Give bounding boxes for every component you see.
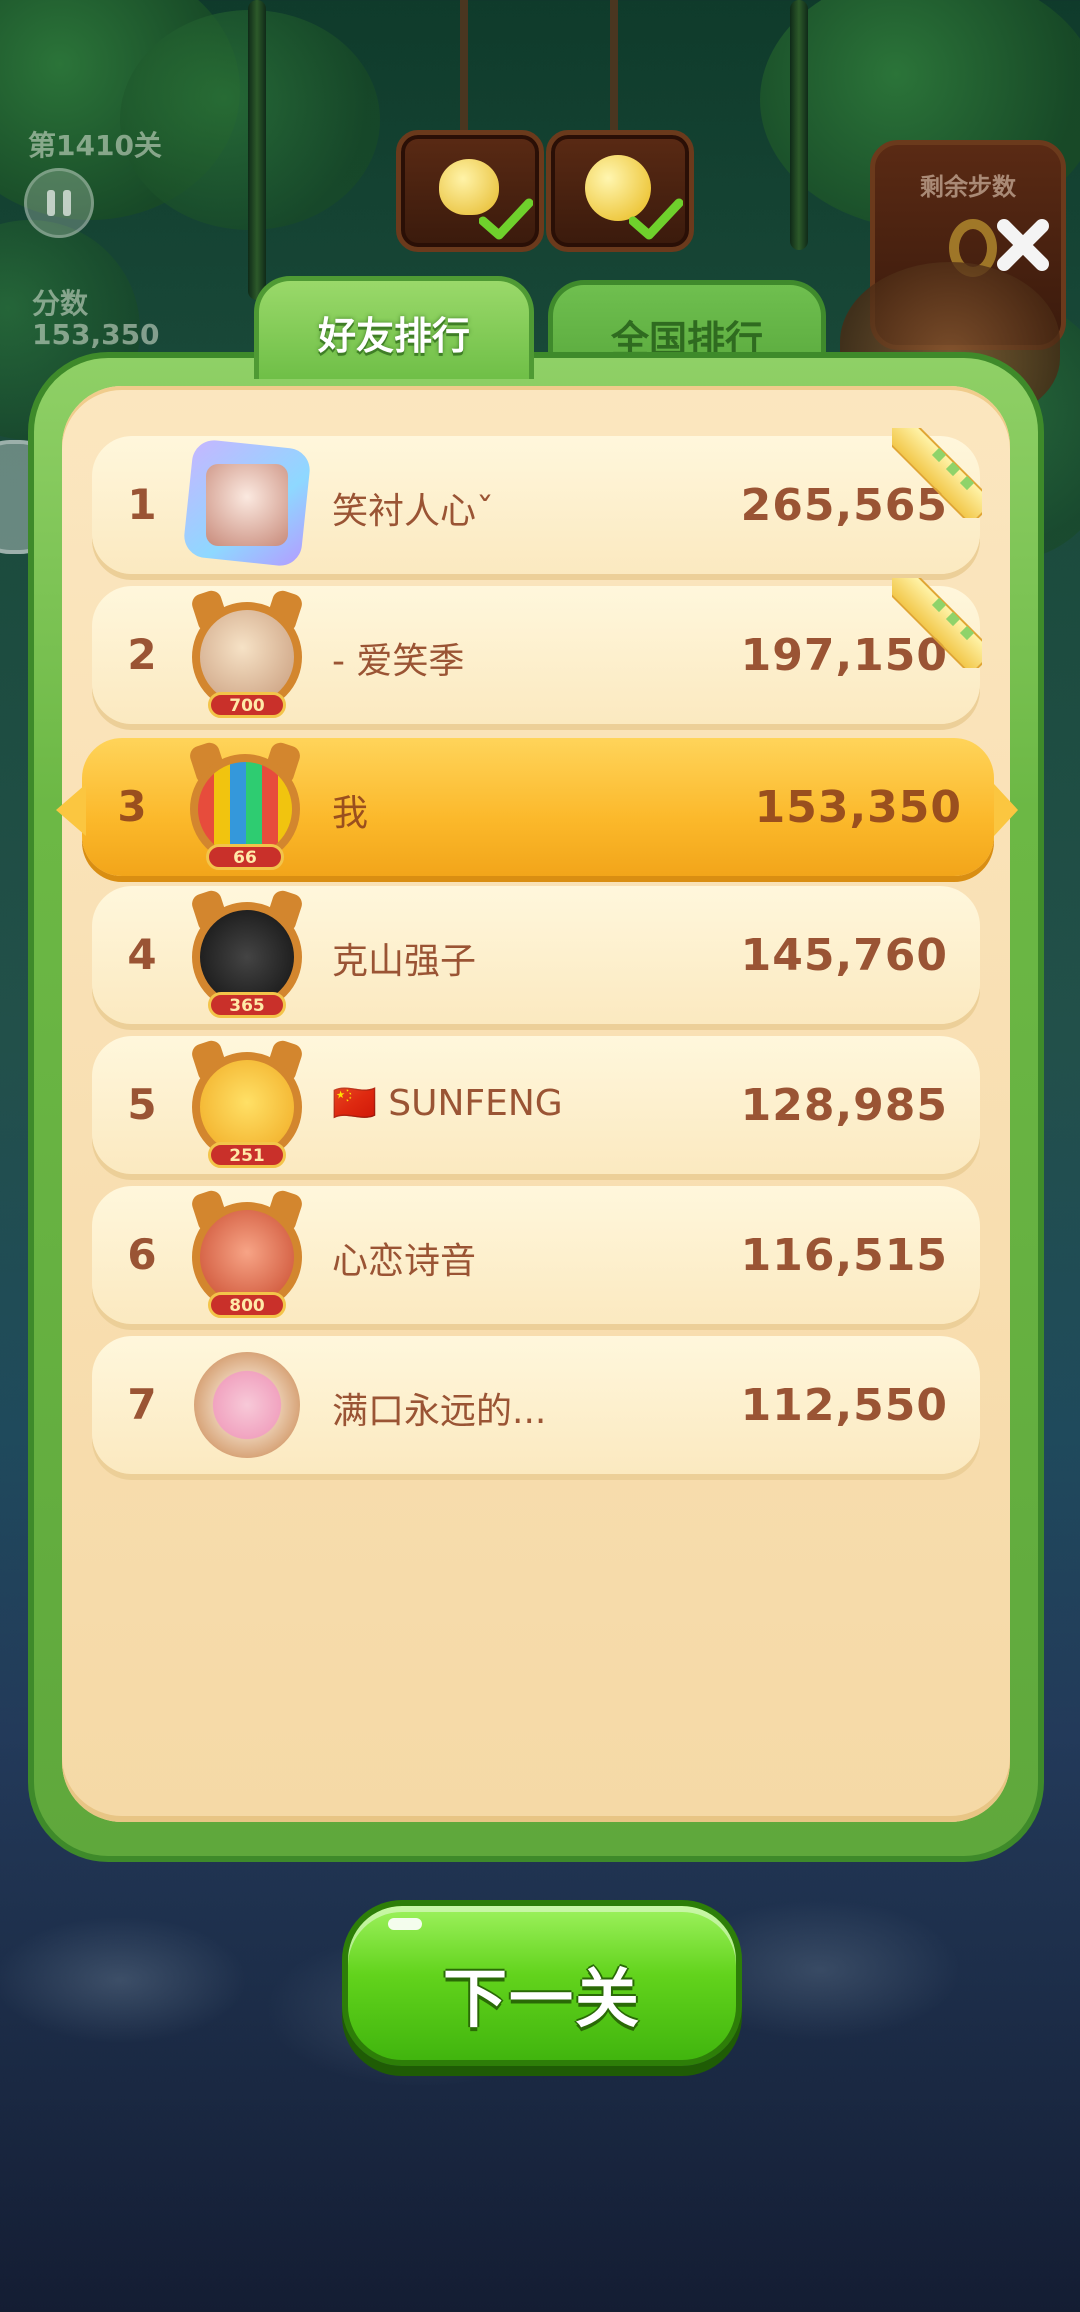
leaderboard-row-current-player[interactable]: 3 66 我 153,350 xyxy=(82,738,994,876)
current-player-arrow-right-icon xyxy=(994,784,1018,836)
rank-number: 6 xyxy=(127,1230,157,1279)
cat-frame-avatar[interactable]: 700 xyxy=(184,588,310,718)
cat-frame-avatar[interactable]: 251 xyxy=(184,1038,310,1168)
level-badge: 365 xyxy=(208,992,286,1018)
level-badge: 800 xyxy=(208,1292,286,1318)
player-score: 112,550 xyxy=(740,1380,948,1431)
tab-friends-ranking[interactable]: 好友排行 xyxy=(254,276,534,379)
player-name: 笑衬人心ˇ xyxy=(332,491,495,532)
cat-frame-avatar[interactable]: 66 xyxy=(182,740,308,870)
check-icon xyxy=(479,198,533,240)
pause-button[interactable] xyxy=(24,168,94,238)
level-badge: 66 xyxy=(206,844,284,870)
player-name: 🇨🇳 SUNFENG xyxy=(332,1083,563,1124)
leaderboard-row[interactable]: 4 365 克山强子 145,760 xyxy=(92,886,980,1024)
player-name: 克山强子 xyxy=(332,941,477,982)
current-player-arrow-left-icon xyxy=(56,784,86,836)
cat-frame-avatar[interactable]: 365 xyxy=(184,888,310,1018)
player-score: 116,515 xyxy=(740,1230,948,1281)
rank-number: 7 xyxy=(127,1380,157,1429)
pause-icon xyxy=(47,190,55,216)
top-rank-ribbon-icon xyxy=(892,578,982,668)
rank-number: 4 xyxy=(127,930,157,979)
player-score: 153,350 xyxy=(754,782,962,833)
moves-label: 剩余步数 xyxy=(920,173,1016,201)
player-name: 满口永远的... xyxy=(332,1391,547,1432)
rank-number: 2 xyxy=(127,630,157,679)
score-value: 153,350 xyxy=(32,318,160,351)
flower-frame-avatar[interactable] xyxy=(184,1342,310,1468)
player-name: 我 xyxy=(332,793,369,834)
check-icon xyxy=(629,198,683,240)
level-label: 第1410关 xyxy=(28,129,162,162)
player-score: 145,760 xyxy=(740,930,948,981)
level-badge: 251 xyxy=(208,1142,286,1168)
goal-egg-complete xyxy=(546,130,694,252)
top-rank-ribbon-icon xyxy=(892,428,982,518)
player-score: 128,985 xyxy=(740,1080,948,1131)
leaderboard-row[interactable]: 2 700 - 爱笑季 197,150 xyxy=(92,578,982,724)
rank-number: 1 xyxy=(127,480,157,529)
leaderboard-row[interactable]: 5 251 🇨🇳 SUNFENG 128,985 xyxy=(92,1036,980,1174)
next-level-button[interactable]: 下一关 xyxy=(342,1900,742,2066)
next-level-label: 下一关 xyxy=(443,1963,641,2037)
tab-label: 好友排行 xyxy=(317,314,470,358)
level-badge: 700 xyxy=(208,692,286,718)
rank-number: 5 xyxy=(127,1080,157,1129)
cat-frame-avatar[interactable]: 800 xyxy=(184,1188,310,1318)
player-name: 心恋诗音 xyxy=(332,1241,477,1282)
score-label: 分数 xyxy=(32,287,89,320)
gem-frame-avatar[interactable] xyxy=(182,438,312,568)
goal-chick-complete xyxy=(396,130,544,252)
leaderboard-row[interactable]: 7 满口永远的... 112,550 xyxy=(92,1336,980,1474)
close-icon[interactable] xyxy=(992,214,1054,276)
rank-number: 3 xyxy=(117,782,147,831)
leaderboard-row[interactable]: 6 800 心恋诗音 116,515 xyxy=(92,1186,980,1324)
player-name: - 爱笑季 xyxy=(332,641,465,682)
leaderboard-row[interactable]: 1 笑衬人心ˇ 265,565 xyxy=(92,428,982,574)
